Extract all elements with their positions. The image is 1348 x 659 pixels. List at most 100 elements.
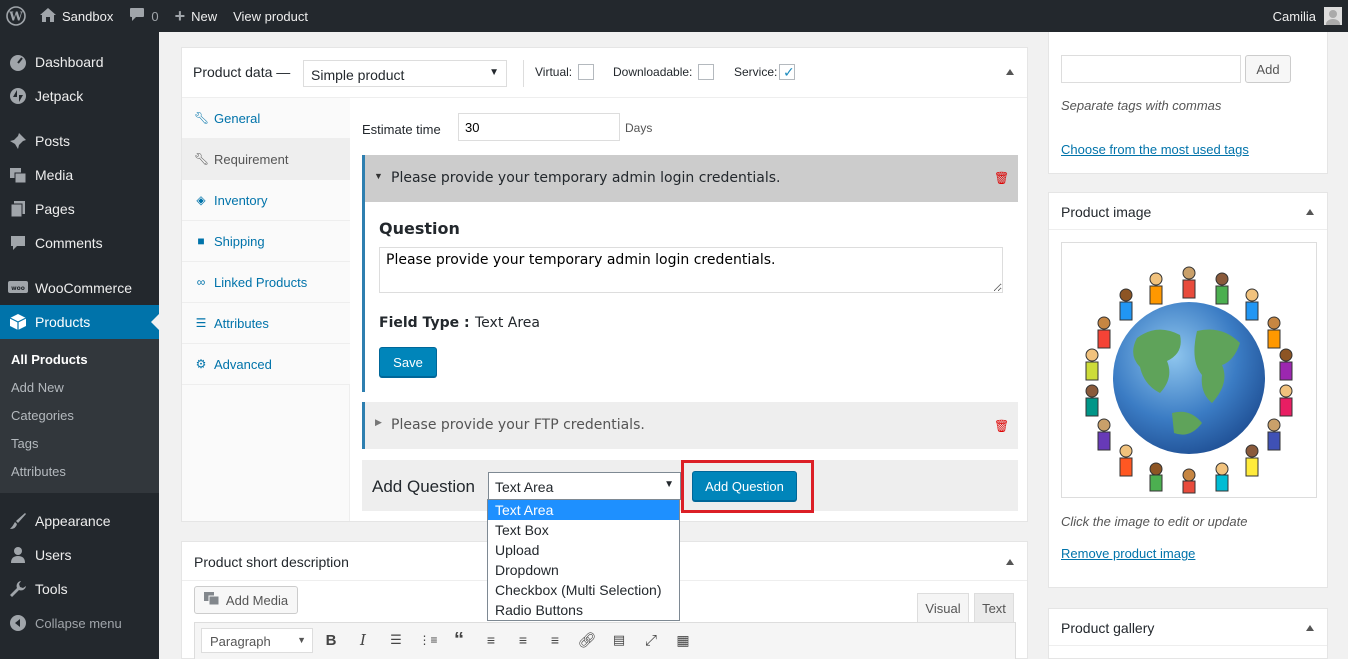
avatar [1324,7,1342,25]
submenu-tags[interactable]: Tags [0,429,159,457]
new-content-link[interactable]: + New [167,0,226,32]
tab-attributes[interactable]: ☰ Attributes [182,303,350,344]
collapse-arrow-icon[interactable] [1306,209,1314,215]
bold-icon[interactable]: B [321,630,341,650]
service-checkbox[interactable]: ✓ [779,64,795,80]
truck-icon: ■ [197,234,205,248]
tab-shipping[interactable]: ■ Shipping [182,221,350,262]
downloadable-checkbox[interactable] [698,64,714,80]
menu-tools[interactable]: Tools [0,572,159,606]
submenu-all-products[interactable]: All Products [0,345,159,373]
submenu-add-new[interactable]: Add New [0,373,159,401]
question-1-header[interactable]: ▼ Please provide your temporary admin lo… [362,155,1018,202]
add-question-row: Add Question Text Area ▼ Add Question [362,460,1018,513]
collapse-icon [8,613,28,633]
align-left-icon[interactable]: ≡ [481,630,501,650]
comments-link[interactable]: 0 [121,0,166,32]
short-description-title: Product short description [194,554,349,570]
add-media-button[interactable]: Add Media [194,586,298,614]
dropdown-option[interactable]: Upload [488,540,679,560]
read-more-icon[interactable]: ▤ [609,630,629,650]
field-type-label: Field Type : [379,315,470,331]
tab-label: Advanced [214,356,272,372]
downloadable-label: Downloadable: [613,65,693,79]
collapse-arrow-icon[interactable] [1306,625,1314,631]
svg-text:W: W [8,10,23,24]
site-name-link[interactable]: Sandbox [32,0,121,32]
tab-requirement[interactable]: 🔧︎ Requirement [182,139,350,180]
submenu-attributes[interactable]: Attributes [0,457,159,485]
blockquote-icon[interactable]: “ [449,629,469,651]
menu-pages[interactable]: Pages [0,192,159,226]
tab-linked-products[interactable]: ∞ Linked Products [182,262,350,303]
bullet-list-icon[interactable]: ☰ [386,630,406,650]
remove-product-image-link[interactable]: Remove product image [1061,546,1195,561]
product-data-box: Product data — Simple product ▼ Virtual:… [181,47,1028,522]
save-button[interactable]: Save [379,347,437,377]
view-product-link[interactable]: View product [225,0,316,32]
menu-media[interactable]: Media [0,158,159,192]
dropdown-option[interactable]: Checkbox (Multi Selection) [488,580,679,600]
menu-users[interactable]: Users [0,538,159,572]
plus-icon: + [174,5,186,26]
user-account-link[interactable]: Camilia [1265,0,1348,32]
tab-text[interactable]: Text [974,593,1014,622]
add-question-button[interactable]: Add Question [692,471,797,501]
new-label: New [191,8,218,24]
collapse-arrow-icon[interactable] [1006,69,1014,75]
align-right-icon[interactable]: ≡ [545,630,565,650]
add-question-button-label: Add Question [705,478,784,494]
menu-label: Collapse menu [35,615,122,631]
menu-dashboard[interactable]: Dashboard [0,45,159,79]
product-gallery-box: Product gallery [1048,608,1328,659]
submenu-categories[interactable]: Categories [0,401,159,429]
menu-collapse[interactable]: Collapse menu [0,606,159,640]
menu-comments[interactable]: Comments [0,226,159,260]
menu-products[interactable]: Products [0,305,159,339]
dropdown-option[interactable]: Dropdown [488,560,679,580]
tab-advanced[interactable]: ⚙ Advanced [182,344,350,385]
product-type-select[interactable]: Simple product ▼ [303,60,507,87]
menu-appearance[interactable]: Appearance [0,504,159,538]
menu-label: Posts [35,133,71,149]
menu-label: Media [35,167,74,183]
virtual-checkbox[interactable] [578,64,594,80]
dropdown-option[interactable]: Radio Buttons [488,600,679,620]
format-select[interactable]: Paragraph ▼ [201,628,313,653]
menu-woocommerce[interactable]: woo WooCommerce [0,271,159,305]
toolbar-toggle-icon[interactable]: ▦ [673,630,693,650]
wordpress-logo-icon[interactable]: W [0,0,32,32]
menu-jetpack[interactable]: Jetpack [0,79,159,113]
tab-general[interactable]: 🔧︎ General [182,98,350,139]
service-label: Service: [734,65,778,79]
menu-posts[interactable]: Posts [0,124,159,158]
tab-visual[interactable]: Visual [917,593,969,622]
brush-icon [8,511,28,531]
estimate-time-input[interactable] [458,113,620,141]
question-2-header[interactable]: ▶ Please provide your FTP credentials. 🗑… [362,402,1018,449]
trash-icon[interactable]: 🗑︎ [994,419,1009,433]
product-data-tabs: 🔧︎ General 🔧︎ Requirement ◈ Inventory ■ … [182,98,350,521]
wrench-icon [8,579,28,599]
trash-icon[interactable]: 🗑︎ [994,171,1009,185]
align-center-icon[interactable]: ≡ [513,630,533,650]
add-tag-button[interactable]: Add [1245,55,1291,83]
numbered-list-icon[interactable]: ⋮≡ [418,630,438,650]
product-image-thumbnail[interactable] [1061,242,1317,498]
svg-text:woo: woo [11,285,25,292]
italic-icon[interactable]: I [353,630,373,650]
tag-input[interactable] [1061,55,1241,83]
collapse-arrow-icon[interactable] [1006,559,1014,565]
link-icon: ∞ [196,275,206,289]
fullscreen-icon[interactable]: ⤢ [641,630,661,650]
link-icon[interactable]: 🔗︎ [577,630,597,650]
tab-inventory[interactable]: ◈ Inventory [182,180,350,221]
dropdown-option[interactable]: Text Box [488,520,679,540]
site-name: Sandbox [62,8,114,24]
question-textarea[interactable]: Please provide your temporary admin logi… [379,247,1003,293]
dropdown-option[interactable]: Text Area [488,500,679,520]
choose-most-used-tags-link[interactable]: Choose from the most used tags [1061,142,1249,157]
add-tag-label: Add [1256,61,1280,77]
add-question-label: Add Question [372,477,476,496]
field-type-select[interactable]: Text Area ▼ [488,472,681,500]
